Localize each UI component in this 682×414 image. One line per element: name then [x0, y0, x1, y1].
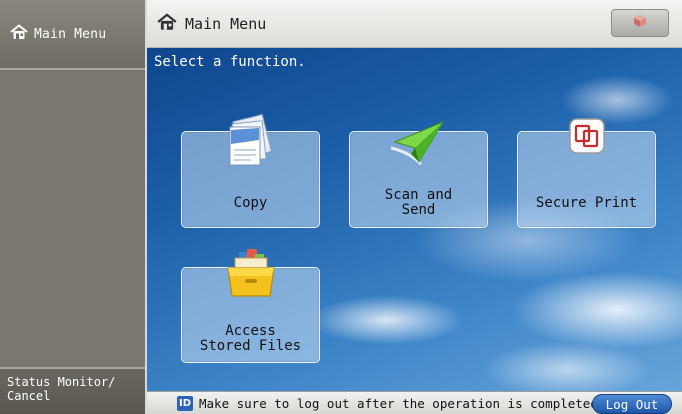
id-badge-icon: ID [177, 396, 193, 411]
copy-label: Copy [233, 195, 268, 211]
house-icon [157, 12, 177, 35]
status-monitor-cancel-button[interactable]: Status Monitor/ Cancel [0, 367, 145, 414]
log-out-button[interactable]: Log Out [592, 394, 672, 414]
status-monitor-label: Status Monitor/ [7, 375, 116, 389]
logout-reminder-message: Make sure to log out after the operation… [199, 396, 606, 411]
secure-print-icon [567, 116, 607, 160]
copy-icon [221, 110, 281, 176]
access-label-line1: Access [225, 323, 276, 339]
sidebar: Main Menu Status Monitor/ Cancel [0, 0, 147, 414]
main-panel: Main Menu Select a function. Copy Scan a… [147, 0, 682, 414]
scan-and-send-label: Scan and Send [350, 188, 487, 218]
sidebar-main-menu-button[interactable]: Main Menu [0, 0, 145, 70]
sidebar-main-menu-label: Main Menu [34, 26, 107, 42]
cancel-label: Cancel [7, 389, 51, 403]
stored-files-box-icon [225, 246, 277, 306]
access-label-line2: Stored Files [199, 338, 302, 354]
settings-button[interactable] [611, 9, 669, 37]
access-stored-files-label: Access Stored Files [182, 324, 319, 354]
instruction-text: Select a function. [154, 54, 306, 70]
access-stored-files-button[interactable]: Access Stored Files [181, 249, 320, 363]
scan-and-send-button[interactable]: Scan and Send [349, 120, 488, 228]
scan-and-send-label-line1: Scan and [384, 187, 453, 203]
secure-print-button[interactable]: Secure Print [517, 118, 656, 228]
copy-button[interactable]: Copy [181, 113, 320, 228]
secure-print-label: Secure Print [535, 195, 638, 211]
page-title: Main Menu [185, 14, 267, 33]
cube-icon [633, 14, 647, 32]
paper-plane-icon [389, 118, 449, 174]
status-bar: ID Make sure to log out after the operat… [147, 391, 682, 414]
scan-and-send-label-line2: Send [401, 202, 436, 218]
title-bar: Main Menu [147, 0, 682, 48]
house-icon [10, 24, 28, 44]
